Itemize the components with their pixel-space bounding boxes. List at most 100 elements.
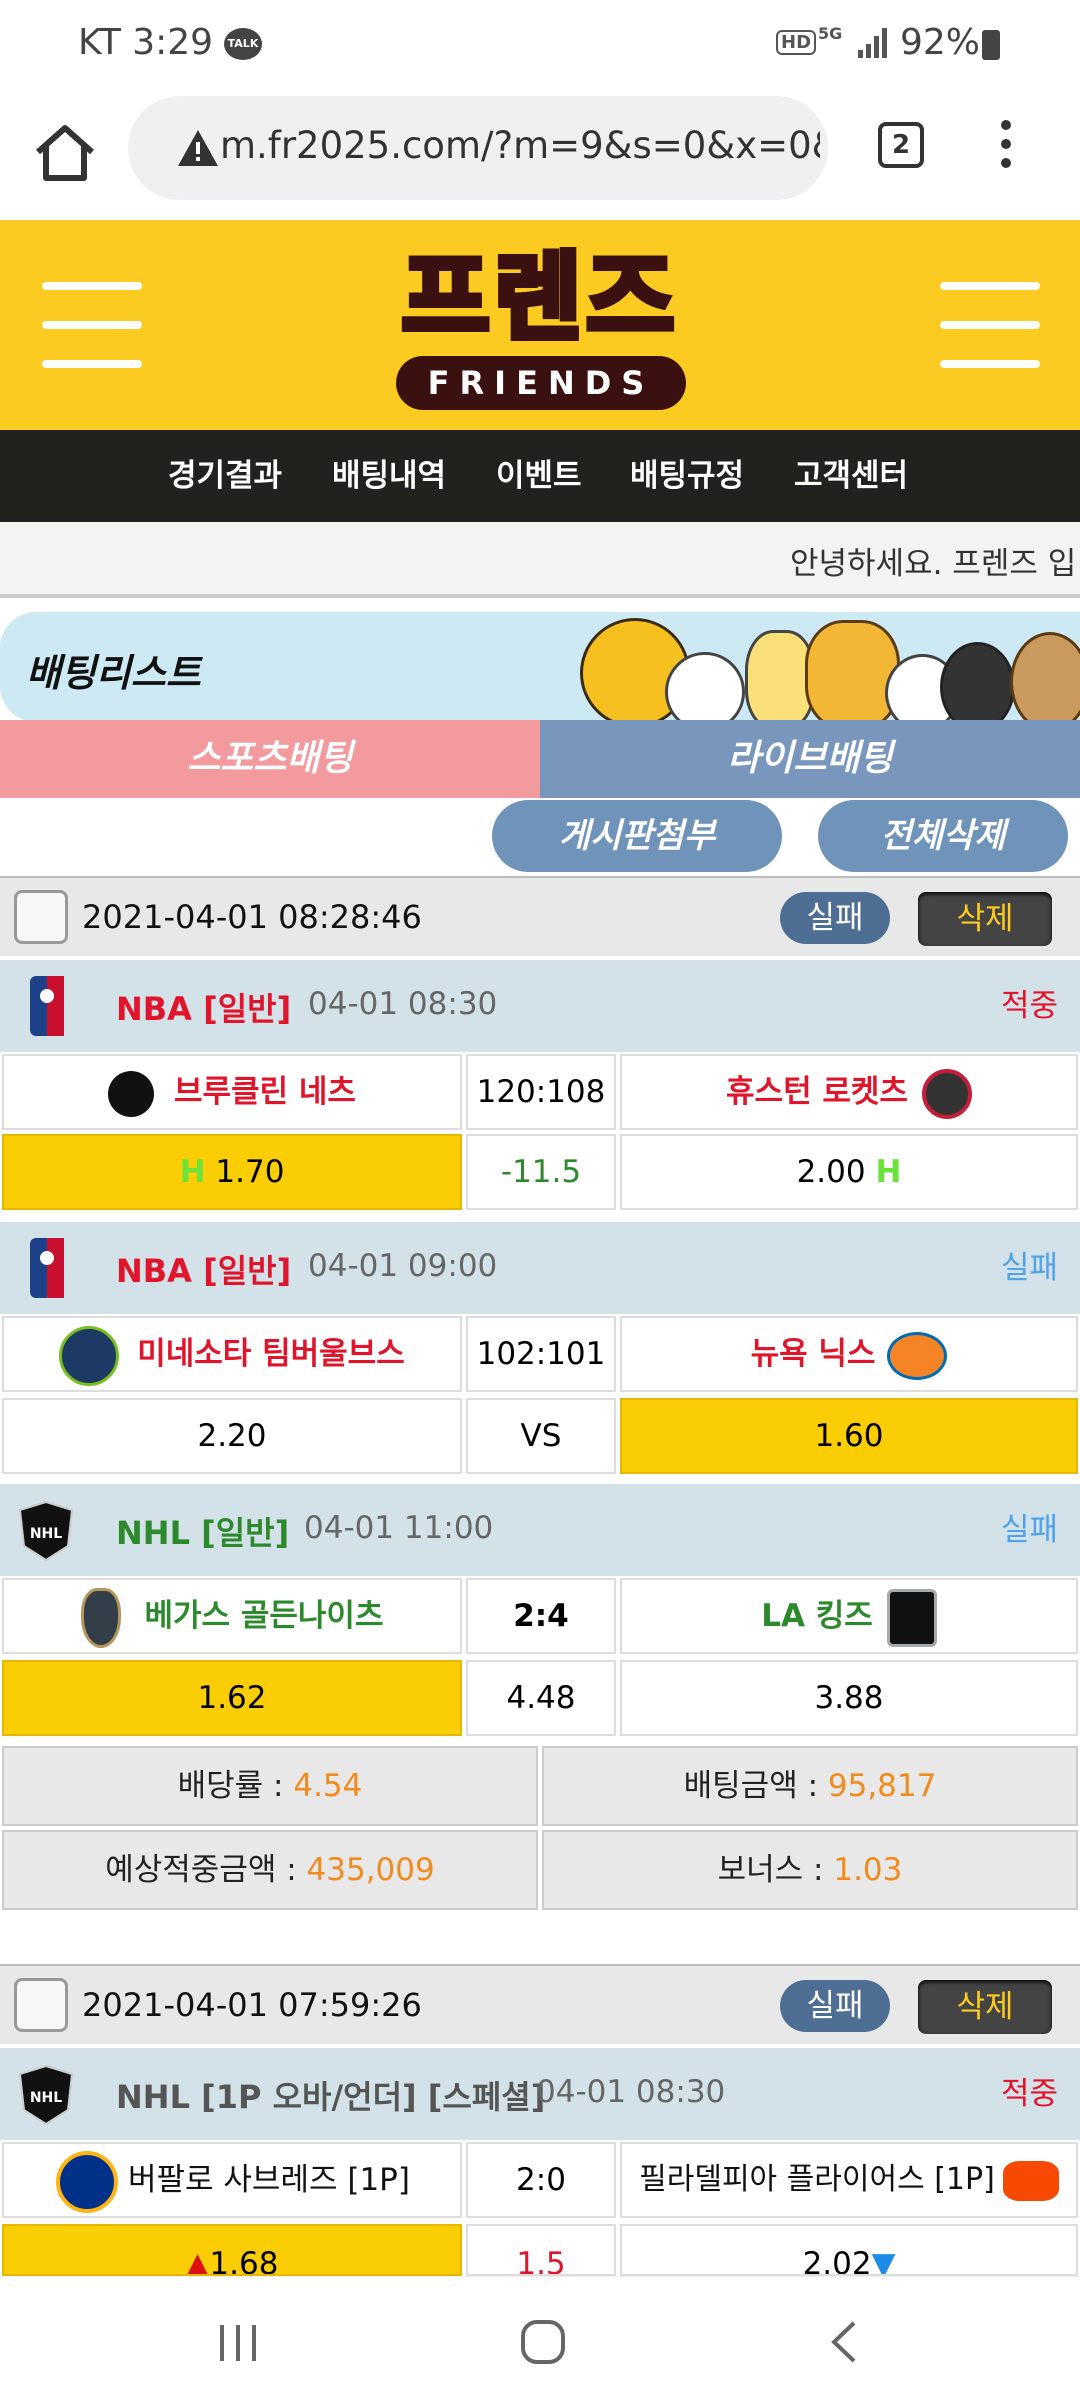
la-kings-logo-icon: [886, 1588, 937, 1647]
5g-icon: 5G: [818, 24, 843, 43]
attach-board-button[interactable]: 게시판첨부: [492, 800, 782, 872]
total-odds: 4.54: [293, 1768, 363, 1804]
nav-results[interactable]: 경기결과: [168, 430, 282, 522]
home-nav-icon[interactable]: [518, 2317, 568, 2367]
game-time: 04-01 09:00: [308, 1248, 498, 1284]
sabres-logo-icon: [56, 2150, 118, 2213]
league-name: NBA [일반]: [116, 1252, 292, 1290]
bonus-summary: 보너스 : 1.03: [542, 1830, 1078, 1910]
amount-summary: 배팅금액 : 95,817: [542, 1746, 1078, 1826]
league-row: NHL NHL [일반] 04-01 11:00 실패: [0, 1484, 1080, 1576]
delete-button[interactable]: 삭제: [918, 892, 1052, 946]
character-icon: [805, 620, 900, 722]
home-odds-cell[interactable]: H 1.70: [2, 1134, 462, 1210]
nav-event[interactable]: 이벤트: [496, 430, 582, 522]
nav-support[interactable]: 고객센터: [794, 430, 908, 522]
home-odds-cell[interactable]: ▲1.68: [2, 2224, 462, 2276]
nhl-logo-icon: NHL: [18, 1500, 74, 1562]
home-team-name: 브루클린 네츠: [174, 1074, 356, 1110]
flyers-logo-icon: [1002, 2160, 1059, 2201]
bet-status-badge: 실패: [780, 1980, 890, 2032]
notice-marquee: 안녕하세요. 프렌즈 입: [0, 522, 1080, 598]
svg-text:NHL: NHL: [30, 1526, 62, 1542]
expected-amount: 435,009: [306, 1852, 435, 1888]
rockets-logo-icon: [921, 1068, 972, 1119]
back-icon[interactable]: [824, 2319, 864, 2365]
select-checkbox[interactable]: [14, 1978, 68, 2032]
nets-logo-icon: [108, 1070, 155, 1117]
marquee-text: 안녕하세요. 프렌즈 입: [790, 546, 1077, 582]
nav-bet-history[interactable]: 배팅내역: [332, 430, 446, 522]
game-result: 실패: [1000, 1250, 1058, 1286]
league-name: NHL [일반]: [116, 1514, 290, 1552]
score-cell: 102:101: [466, 1316, 616, 1392]
bet-amount: 95,817: [827, 1768, 937, 1804]
signal-icon: [858, 28, 887, 58]
home-team-name: 미네소타 팀버울브스: [137, 1336, 405, 1372]
score-cell: 2:4: [466, 1578, 616, 1654]
url-text[interactable]: m.fr2025.com/?m=9&s=0&x=0&p=: [220, 124, 820, 167]
draw-odds-cell[interactable]: 4.48: [466, 1660, 616, 1736]
away-team-name: LA 킹즈: [761, 1598, 873, 1634]
odds-label: 배당률 :: [177, 1768, 294, 1804]
vs-cell: VS: [466, 1398, 616, 1474]
tab-sports-betting[interactable]: 스포츠배팅: [0, 720, 540, 798]
left-menu-icon[interactable]: [42, 282, 142, 372]
tab-live-betting[interactable]: 라이브배팅: [540, 720, 1080, 798]
game-result: 적중: [1000, 988, 1058, 1024]
game-result: 실패: [1000, 1512, 1058, 1548]
away-team-cell: 뉴욕 닉스: [620, 1316, 1078, 1392]
delete-button[interactable]: 삭제: [918, 1980, 1052, 2034]
home-team-name: 베가스 골든나이츠: [144, 1598, 384, 1634]
character-icon: [940, 642, 1015, 722]
betlist-banner: 배팅리스트: [0, 612, 1080, 722]
url-bar[interactable]: m.fr2025.com/?m=9&s=0&x=0&p=: [128, 96, 828, 200]
away-team-cell: 휴스턴 로켓츠: [620, 1054, 1078, 1130]
away-team-cell: 필라델피아 플라이어스 [1P]: [620, 2142, 1078, 2218]
nav-rules[interactable]: 배팅규정: [630, 430, 744, 522]
up-arrow-icon: ▲: [185, 2246, 210, 2276]
home-odds-cell[interactable]: 1.62: [2, 1660, 462, 1736]
more-options-icon[interactable]: [994, 120, 1018, 176]
delete-all-button[interactable]: 전체삭제: [818, 800, 1068, 872]
handicap-icon: H: [179, 1154, 206, 1190]
handicap-icon: H: [875, 1154, 902, 1190]
home-team-cell: 미네소타 팀버울브스: [2, 1316, 462, 1392]
svg-text:NHL: NHL: [30, 2090, 62, 2106]
league-row: NHL NHL [1P 오바/언더] [스페셜] 04-01 08:30 적중: [0, 2048, 1080, 2140]
nhl-logo-icon: NHL: [18, 2064, 74, 2126]
game-time: 04-01 08:30: [308, 986, 498, 1022]
away-odds-cell[interactable]: 3.88: [620, 1660, 1078, 1736]
logo-english: FRIENDS: [396, 356, 686, 410]
betlist-title: 배팅리스트: [26, 651, 201, 695]
status-time: KT 3:29: [78, 22, 214, 63]
recent-apps-icon[interactable]: [216, 2321, 260, 2365]
away-odds-cell[interactable]: 2.02▼: [620, 2224, 1078, 2276]
bet-datetime: 2021-04-01 07:59:26: [82, 1986, 422, 2024]
away-team-name: 휴스턴 로켓츠: [726, 1074, 908, 1110]
league-row: NBA [일반] 04-01 09:00 실패: [0, 1222, 1080, 1314]
home-icon[interactable]: [30, 118, 100, 188]
game-time: 04-01 08:30: [536, 2074, 726, 2110]
league-name: NBA [일반]: [116, 990, 292, 1028]
home-odds-cell[interactable]: 2.20: [2, 1398, 462, 1474]
character-icon: [665, 652, 745, 722]
handicap-line: -11.5: [466, 1134, 616, 1210]
away-odds-cell[interactable]: 1.60: [620, 1398, 1078, 1474]
select-checkbox[interactable]: [14, 890, 68, 944]
expected-label: 예상적중금액 :: [105, 1852, 307, 1888]
battery-icon: [982, 30, 1000, 60]
away-odds-cell[interactable]: 2.00 H: [620, 1134, 1078, 1210]
away-odds: 2.00: [796, 1154, 866, 1190]
site-logo[interactable]: 프렌즈 FRIENDS: [380, 238, 700, 418]
home-odds: 1.68: [209, 2246, 279, 2276]
warning-icon[interactable]: [176, 128, 220, 168]
bonus-value: 1.03: [833, 1852, 903, 1888]
knicks-logo-icon: [887, 1331, 948, 1380]
tab-switcher-button[interactable]: 2: [878, 122, 924, 168]
nba-logo-icon: [30, 1238, 64, 1298]
league-row: NBA [일반] 04-01 08:30 적중: [0, 960, 1080, 1052]
bonus-label: 보너스 :: [717, 1852, 834, 1888]
right-menu-icon[interactable]: [940, 282, 1040, 372]
game-result: 적중: [1000, 2076, 1058, 2112]
